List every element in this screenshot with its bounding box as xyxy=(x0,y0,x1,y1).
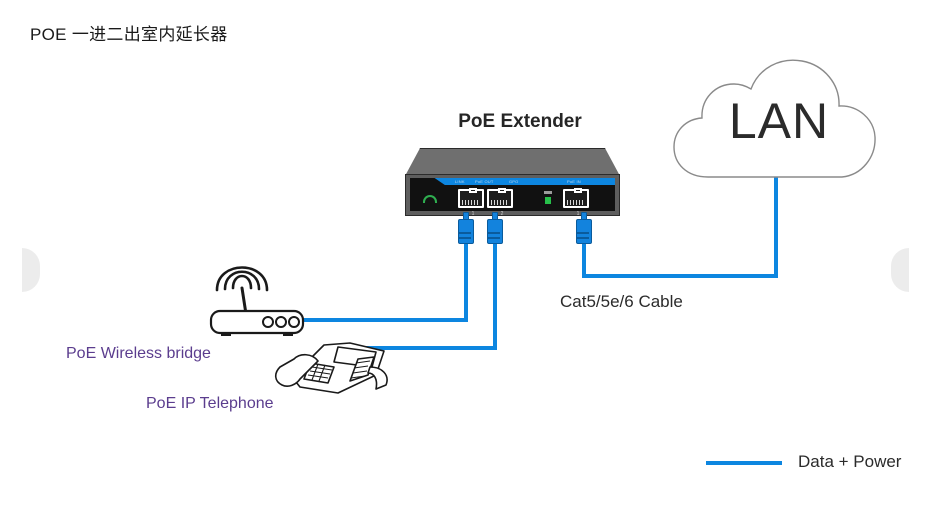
ip-telephone-label: PoE IP Telephone xyxy=(146,395,274,412)
device-title: PoE Extender xyxy=(458,111,582,132)
rj45-connector-out-1 xyxy=(458,212,474,244)
device-top-casing xyxy=(405,148,620,176)
cable-type-label: Cat5/5e/6 Cable xyxy=(560,292,683,311)
port-pins-icon xyxy=(462,200,480,205)
status-led-green xyxy=(545,197,551,204)
rj45-port-out-2[interactable]: 2 xyxy=(487,188,513,217)
rj45-band-icon xyxy=(459,237,471,239)
wireless-bridge-label: PoE Wireless bridge xyxy=(66,345,211,362)
wireless-bridge-icon[interactable] xyxy=(205,258,315,338)
panel-label-poe-out: PoE OUT xyxy=(475,179,494,184)
rj45-band-icon xyxy=(488,232,500,234)
port-tab-icon xyxy=(574,188,582,193)
panel-label-link: LINK xyxy=(455,179,465,184)
port-tab-icon xyxy=(469,188,477,193)
rj45-port-in-1[interactable]: 1 xyxy=(563,188,589,217)
legend: Data + Power xyxy=(706,452,906,474)
rj45-connector-out-2 xyxy=(487,212,503,244)
rj45-band-icon xyxy=(488,237,500,239)
legend-line-swatch xyxy=(706,461,782,465)
legend-label: Data + Power xyxy=(798,452,902,471)
rj45-connector-in-1 xyxy=(576,212,592,244)
port-pins-icon xyxy=(567,200,585,205)
ip-telephone-icon[interactable] xyxy=(272,337,397,399)
status-led-gray xyxy=(544,191,552,194)
poe-extender-device[interactable]: LINK PoE OUT GPO PoE IN 1 2 1 xyxy=(405,148,620,218)
rj45-band-icon xyxy=(577,237,589,239)
cable-phone-to-extender xyxy=(357,240,497,350)
diagram-canvas: POE 一进二出室内延长器 LAN PoE Extender LINK PoE … xyxy=(0,0,931,508)
console-port-icon xyxy=(423,195,437,203)
cable-bridge-to-extender xyxy=(300,240,468,322)
rj45-port-out-1[interactable]: 1 xyxy=(458,188,484,217)
rj45-band-icon xyxy=(577,232,589,234)
port-tab-icon xyxy=(498,188,506,193)
panel-label-gpo: GPO xyxy=(509,179,519,184)
panel-label-poe-in: PoE IN xyxy=(567,179,581,184)
port-pins-icon xyxy=(491,200,509,205)
rj45-band-icon xyxy=(459,232,471,234)
lan-cloud-label: LAN xyxy=(728,93,830,149)
